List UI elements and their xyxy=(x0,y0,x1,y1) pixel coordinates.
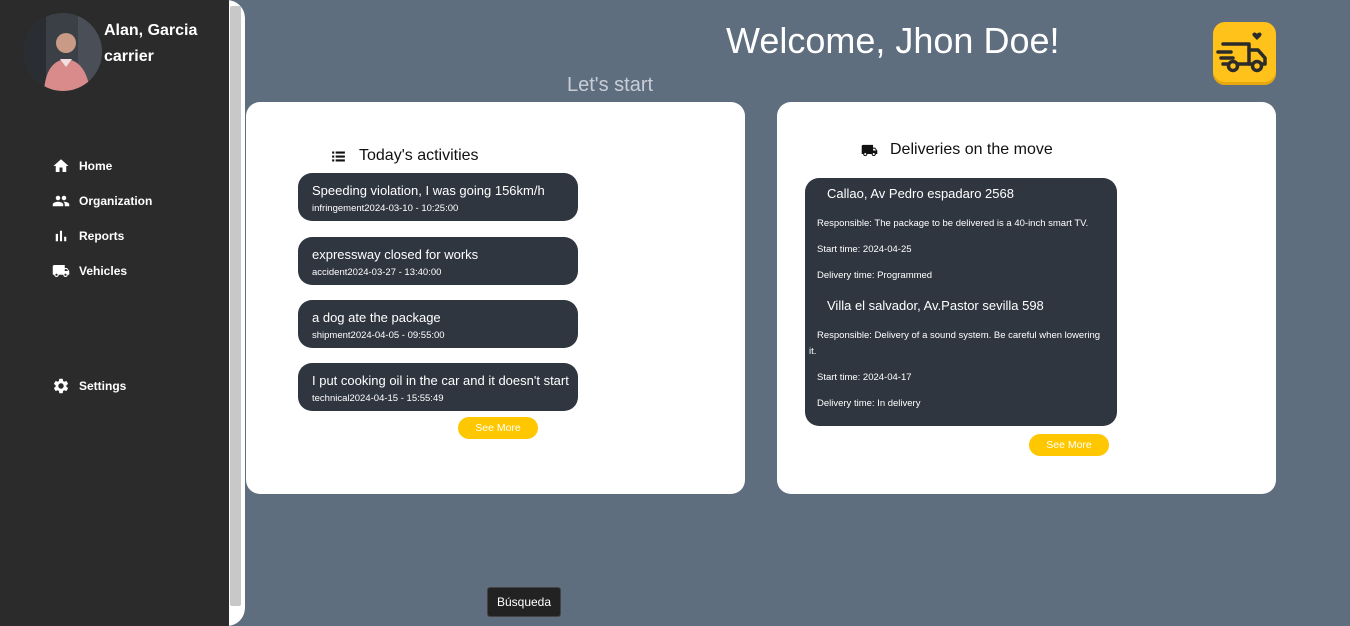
home-icon xyxy=(53,159,69,172)
nav-label-settings: Settings xyxy=(79,379,127,393)
activities-card: Today's activities Speeding violation, I… xyxy=(246,102,745,494)
activity-meta: accident2024-03-27 - 13:40:00 xyxy=(312,267,442,278)
user-info: Alan, Garcia carrier xyxy=(104,18,197,70)
sidebar-scrollbar[interactable] xyxy=(229,0,245,626)
group-icon xyxy=(52,195,70,207)
deliveries-title: Deliveries on the move xyxy=(861,141,1053,159)
nav-label-home: Home xyxy=(79,159,113,173)
activity-item[interactable]: I put cooking oil in the car and it does… xyxy=(298,363,578,411)
gear-icon xyxy=(53,378,69,394)
avatar[interactable] xyxy=(24,13,102,91)
delivery-start-time: Start time: 2024-04-17 xyxy=(817,372,912,383)
sidebar: Alan, Garcia carrier Home Organization R… xyxy=(0,0,245,626)
welcome-heading: Welcome, Jhon Doe! xyxy=(726,20,1060,61)
activity-meta: technical2024-04-15 - 15:55:49 xyxy=(312,393,444,404)
activities-title: Today's activities xyxy=(330,147,479,165)
nav-item-home[interactable]: Home xyxy=(52,157,112,175)
bar-chart-icon xyxy=(55,230,67,242)
nav-item-settings[interactable]: Settings xyxy=(52,377,126,395)
delivery-start-time: Start time: 2024-04-25 xyxy=(817,244,912,255)
activity-description: I put cooking oil in the car and it does… xyxy=(312,373,569,388)
nav-item-vehicles[interactable]: Vehicles xyxy=(52,262,127,280)
user-role: carrier xyxy=(104,48,154,65)
activity-item[interactable]: Speeding violation, I was going 156km/h … xyxy=(298,173,578,221)
scroll-thumb[interactable] xyxy=(230,6,241,606)
user-name: Alan, Garcia xyxy=(104,22,198,39)
delivery-time: Delivery time: In delivery xyxy=(817,398,921,409)
activity-meta: shipment2024-04-05 - 09:55:00 xyxy=(312,330,445,341)
deliveries-list[interactable]: Callao, Av Pedro espadaro 2568 Responsib… xyxy=(805,178,1117,426)
activities-title-text: Today's activities xyxy=(359,147,479,164)
nav-label-vehicles: Vehicles xyxy=(79,264,128,278)
deliveries-see-more-button[interactable]: See More xyxy=(1029,434,1109,456)
delivery-responsible: Responsible: Delivery of a sound system.… xyxy=(809,330,1101,357)
activity-description: Speeding violation, I was going 156km/h xyxy=(312,183,545,198)
activity-description: a dog ate the package xyxy=(312,310,441,325)
delivery-responsible: Responsible: The package to be delivered… xyxy=(817,218,1089,229)
delivery-address: Callao, Av Pedro espadaro 2568 xyxy=(827,186,1014,201)
activity-item[interactable]: expressway closed for works accident2024… xyxy=(298,237,578,285)
delivery-address: Villa el salvador, Av.Pastor sevilla 598 xyxy=(827,298,1044,313)
activity-description: expressway closed for works xyxy=(312,247,479,262)
deliveries-title-text: Deliveries on the move xyxy=(890,141,1053,158)
delivery-time: Delivery time: Programmed xyxy=(817,270,933,281)
activities-see-more-button[interactable]: See More xyxy=(458,417,538,439)
activity-meta: infringement2024-03-10 - 10:25:00 xyxy=(312,203,459,214)
page-subtitle: Let's start xyxy=(567,74,654,96)
truck-icon xyxy=(861,144,878,156)
nav-label-reports: Reports xyxy=(79,229,125,243)
delivery-truck-logo-icon xyxy=(1213,22,1276,85)
nav-label-organization: Organization xyxy=(79,194,153,208)
deliveries-card: Deliveries on the move Callao, Av Pedro … xyxy=(777,102,1276,494)
search-tooltip: Búsqueda xyxy=(487,587,561,617)
truck-icon xyxy=(52,265,70,277)
list-icon xyxy=(332,151,345,161)
nav-item-reports[interactable]: Reports xyxy=(52,227,124,245)
nav-item-organization[interactable]: Organization xyxy=(52,192,152,210)
activity-item[interactable]: a dog ate the package shipment2024-04-05… xyxy=(298,300,578,348)
